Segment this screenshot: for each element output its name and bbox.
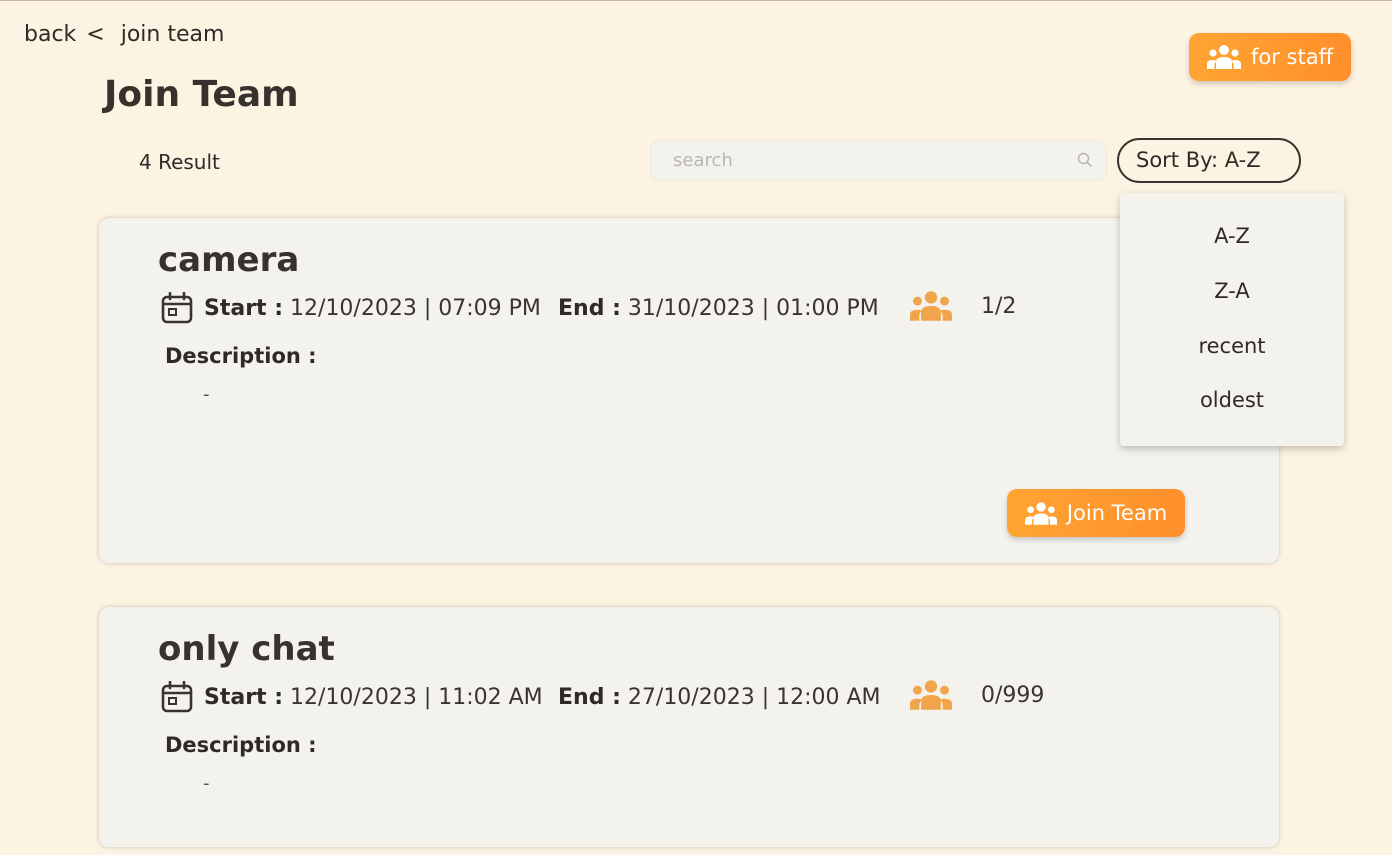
end-value: 31/10/2023 | 01:00 PM [627,296,879,321]
result-count: 4 Result [139,150,220,174]
sort-option-recent[interactable]: recent [1120,334,1344,358]
start-label: Start : [204,685,284,710]
description-text: - [203,773,210,794]
people-icon [1024,501,1057,525]
for-staff-button[interactable]: for staff [1189,33,1351,81]
breadcrumb: back < join team [24,22,234,47]
breadcrumb-current: join team [120,22,225,47]
end-value: 27/10/2023 | 12:00 AM [627,685,881,710]
top-border [0,0,1392,1]
start-value: 12/10/2023 | 07:09 PM [290,296,541,321]
sort-option-z-a[interactable]: Z-A [1120,279,1344,303]
team-card: camera Start : 12/10/2023 | 07:09 PM End… [99,218,1279,563]
calendar-icon [161,292,193,324]
for-staff-label: for staff [1250,45,1334,69]
member-count: 1/2 [981,294,1017,319]
join-team-button[interactable]: Join Team [1007,489,1185,537]
description-label: Description : [165,733,317,757]
team-name: only chat [158,629,335,669]
back-link[interactable]: back [24,22,76,47]
sort-dropdown[interactable]: Sort By: A-Z [1117,138,1301,183]
team-card: only chat Start : 12/10/2023 | 11:02 AM … [99,607,1279,847]
join-team-label: Join Team [1066,501,1168,525]
search-input[interactable] [651,141,1063,180]
end-label: End : [558,685,621,710]
sort-menu: A-Z Z-A recent oldest [1120,193,1344,446]
end-date: End : 31/10/2023 | 01:00 PM [558,296,879,321]
sort-option-a-z[interactable]: A-Z [1120,224,1344,248]
search-icon[interactable] [1077,152,1093,168]
description-text: - [203,384,210,405]
start-date: Start : 12/10/2023 | 11:02 AM [204,685,543,710]
end-label: End : [558,296,621,321]
page-title: Join Team [104,74,299,115]
end-date: End : 27/10/2023 | 12:00 AM [558,685,881,710]
people-icon [910,680,952,710]
people-icon [910,291,952,321]
people-icon [1206,45,1241,69]
description-label: Description : [165,344,317,368]
team-name: camera [158,240,300,280]
member-count: 0/999 [981,683,1045,708]
breadcrumb-separator: < [86,22,105,47]
start-label: Start : [204,296,284,321]
search-box [651,141,1106,180]
start-date: Start : 12/10/2023 | 07:09 PM [204,296,541,321]
start-value: 12/10/2023 | 11:02 AM [290,685,543,710]
calendar-icon [161,681,193,713]
sort-option-oldest[interactable]: oldest [1120,388,1344,412]
